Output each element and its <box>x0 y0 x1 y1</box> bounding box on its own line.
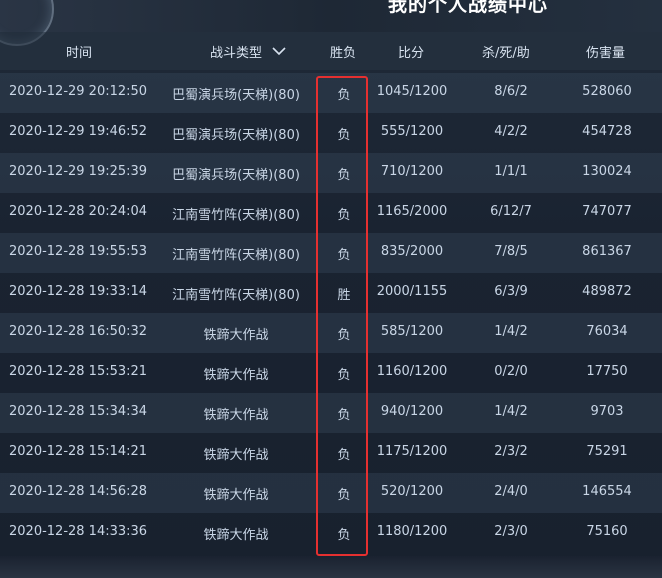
cell-time: 2020-12-28 14:56:28 <box>9 484 148 499</box>
cell-score: 1160/1200 <box>376 364 448 379</box>
header-kda: 杀/死/助 <box>482 46 530 61</box>
cell-damage: 146554 <box>582 484 632 499</box>
table-row[interactable]: 2020-12-28 14:56:28 铁蹄大作战 负 520/1200 2/4… <box>0 473 662 513</box>
cell-score: 835/2000 <box>380 244 444 259</box>
cell-damage: 75291 <box>586 444 628 459</box>
cell-time: 2020-12-28 16:50:32 <box>9 324 148 339</box>
cell-damage: 454728 <box>582 124 632 139</box>
header-mode: 战斗类型 <box>210 46 263 61</box>
cell-damage: 489872 <box>582 284 632 299</box>
cell-result: 胜 <box>337 288 351 303</box>
cell-kda: 0/2/0 <box>494 364 528 379</box>
top-banner <box>0 0 662 46</box>
cell-mode: 铁蹄大作战 <box>203 408 269 423</box>
cell-kda: 2/3/2 <box>494 444 528 459</box>
table-row[interactable]: 2020-12-28 20:24:04 江南雪竹阵(天梯)(80) 负 1165… <box>0 193 662 233</box>
cell-score: 710/1200 <box>380 164 444 179</box>
cell-time: 2020-12-29 20:12:50 <box>9 84 148 99</box>
cell-damage: 528060 <box>582 84 632 99</box>
record-table: 2020-12-29 20:12:50 巴蜀演兵场(天梯)(80) 负 1045… <box>0 73 662 553</box>
cell-result: 负 <box>337 248 351 263</box>
cell-time: 2020-12-28 15:53:21 <box>9 364 148 379</box>
cell-damage: 75160 <box>586 524 628 539</box>
cell-result: 负 <box>337 448 351 463</box>
cell-mode: 铁蹄大作战 <box>203 328 269 343</box>
cell-result: 负 <box>337 328 351 343</box>
table-row[interactable]: 2020-12-28 14:33:36 铁蹄大作战 负 1180/1200 2/… <box>0 513 662 553</box>
cell-damage: 861367 <box>582 244 632 259</box>
cell-mode: 巴蜀演兵场(天梯)(80) <box>172 128 300 143</box>
cell-time: 2020-12-28 14:33:36 <box>9 524 148 539</box>
cell-kda: 8/6/2 <box>494 84 528 99</box>
table-row[interactable]: 2020-12-29 19:46:52 巴蜀演兵场(天梯)(80) 负 555/… <box>0 113 662 153</box>
cell-result: 负 <box>337 168 351 183</box>
table-row[interactable]: 2020-12-28 16:50:32 铁蹄大作战 负 585/1200 1/4… <box>0 313 662 353</box>
cell-kda: 1/4/2 <box>494 324 528 339</box>
cell-mode: 江南雪竹阵(天梯)(80) <box>172 288 300 303</box>
table-header: 时间 战斗类型 胜负 比分 杀/死/助 伤害量 <box>0 32 662 70</box>
cell-score: 940/1200 <box>380 404 444 419</box>
cell-result: 负 <box>337 208 351 223</box>
cell-mode: 巴蜀演兵场(天梯)(80) <box>172 168 300 183</box>
cell-mode: 铁蹄大作战 <box>203 528 269 543</box>
header-time: 时间 <box>66 46 93 61</box>
cell-damage: 9703 <box>590 404 624 419</box>
cell-kda: 2/4/0 <box>494 484 528 499</box>
table-row[interactable]: 2020-12-29 20:12:50 巴蜀演兵场(天梯)(80) 负 1045… <box>0 73 662 113</box>
cell-damage: 76034 <box>586 324 628 339</box>
cell-time: 2020-12-28 19:33:14 <box>9 284 148 299</box>
cell-kda: 1/1/1 <box>494 164 528 179</box>
cell-score: 520/1200 <box>380 484 444 499</box>
cell-time: 2020-12-28 20:24:04 <box>9 204 148 219</box>
header-score: 比分 <box>398 46 425 61</box>
table-row[interactable]: 2020-12-28 19:55:53 江南雪竹阵(天梯)(80) 负 835/… <box>0 233 662 273</box>
cell-mode: 江南雪竹阵(天梯)(80) <box>172 208 300 223</box>
cell-score: 555/1200 <box>380 124 444 139</box>
cell-kda: 2/3/0 <box>494 524 528 539</box>
cell-kda: 1/4/2 <box>494 404 528 419</box>
cell-score: 1180/1200 <box>376 524 448 539</box>
table-row[interactable]: 2020-12-28 19:33:14 江南雪竹阵(天梯)(80) 胜 2000… <box>0 273 662 313</box>
cell-result: 负 <box>337 368 351 383</box>
cell-score: 1165/2000 <box>376 204 448 219</box>
table-row[interactable]: 2020-12-28 15:53:21 铁蹄大作战 负 1160/1200 0/… <box>0 353 662 393</box>
header-result: 胜负 <box>330 46 357 61</box>
cell-time: 2020-12-29 19:25:39 <box>9 164 148 179</box>
cell-kda: 6/3/9 <box>494 284 528 299</box>
cell-mode: 江南雪竹阵(天梯)(80) <box>172 248 300 263</box>
cell-mode: 铁蹄大作战 <box>203 488 269 503</box>
cell-damage: 747077 <box>582 204 632 219</box>
cell-kda: 6/12/7 <box>490 204 532 219</box>
bottom-banner <box>0 556 662 578</box>
cell-result: 负 <box>337 128 351 143</box>
table-row[interactable]: 2020-12-28 15:14:21 铁蹄大作战 负 1175/1200 2/… <box>0 433 662 473</box>
chevron-down-icon[interactable] <box>272 47 286 56</box>
cell-kda: 7/8/5 <box>494 244 528 259</box>
cell-damage: 17750 <box>586 364 628 379</box>
cell-time: 2020-12-28 15:14:21 <box>9 444 148 459</box>
cell-damage: 130024 <box>582 164 632 179</box>
cell-result: 负 <box>337 488 351 503</box>
cell-mode: 巴蜀演兵场(天梯)(80) <box>172 88 300 103</box>
header-mode-filter[interactable]: 战斗类型 <box>210 42 286 61</box>
cell-result: 负 <box>337 528 351 543</box>
page-title: 我的个人战绩中心 <box>388 0 549 16</box>
cell-time: 2020-12-28 19:55:53 <box>9 244 148 259</box>
cell-mode: 铁蹄大作战 <box>203 448 269 463</box>
header-damage: 伤害量 <box>586 46 626 61</box>
cell-score: 1175/1200 <box>376 444 448 459</box>
cell-mode: 铁蹄大作战 <box>203 368 269 383</box>
table-row[interactable]: 2020-12-29 19:25:39 巴蜀演兵场(天梯)(80) 负 710/… <box>0 153 662 193</box>
cell-score: 2000/1155 <box>376 284 448 299</box>
cell-time: 2020-12-28 15:34:34 <box>9 404 148 419</box>
cell-time: 2020-12-29 19:46:52 <box>9 124 148 139</box>
cell-result: 负 <box>337 88 351 103</box>
cell-kda: 4/2/2 <box>494 124 528 139</box>
cell-score: 1045/1200 <box>376 84 448 99</box>
table-row[interactable]: 2020-12-28 15:34:34 铁蹄大作战 负 940/1200 1/4… <box>0 393 662 433</box>
cell-score: 585/1200 <box>380 324 444 339</box>
cell-result: 负 <box>337 408 351 423</box>
